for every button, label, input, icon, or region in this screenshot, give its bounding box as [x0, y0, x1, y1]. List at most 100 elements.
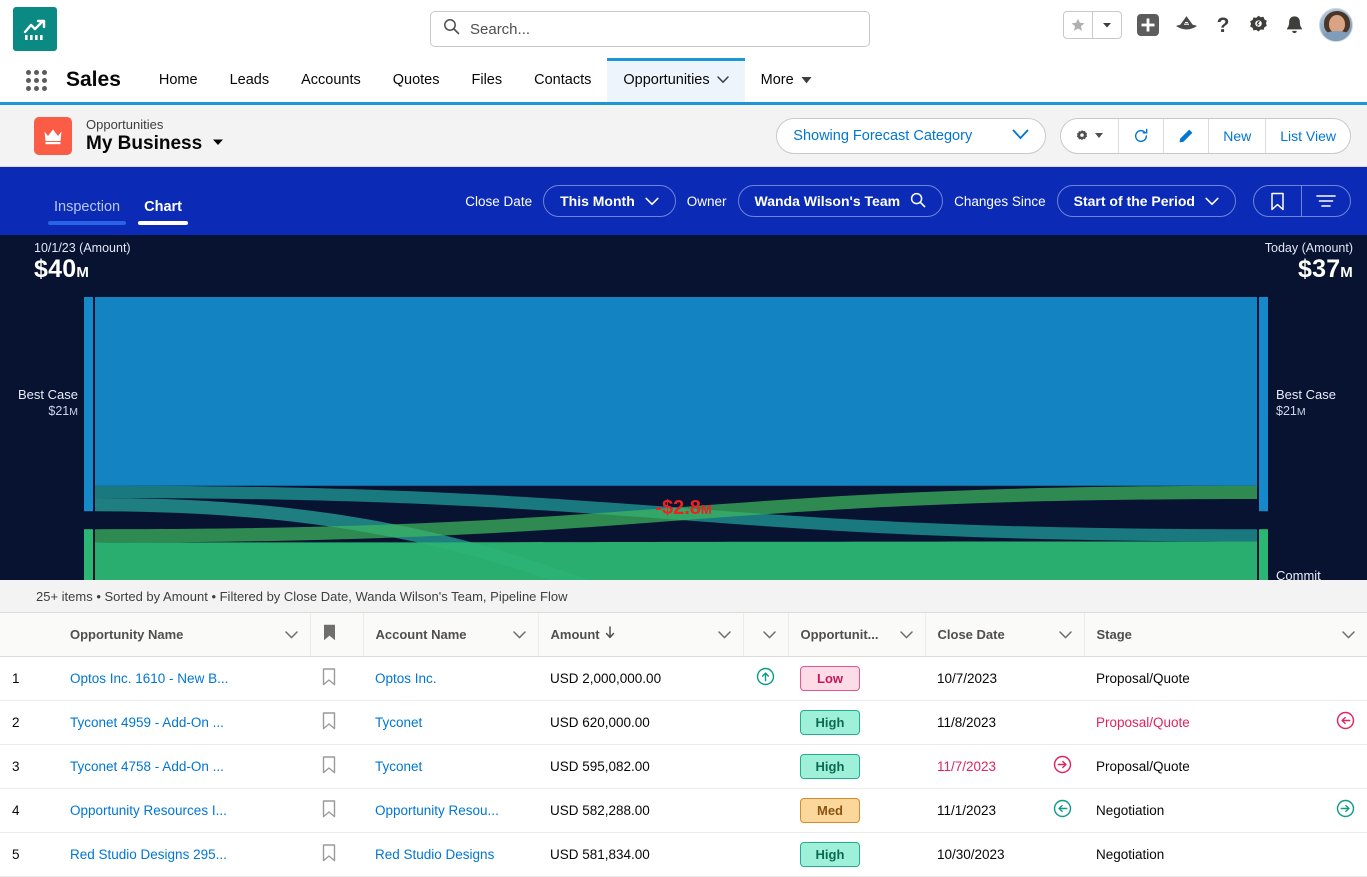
chevron-down-icon[interactable] — [716, 72, 729, 88]
tab-chart[interactable]: Chart — [132, 199, 194, 225]
edit-button[interactable] — [1164, 118, 1210, 153]
chevron-down-icon[interactable] — [717, 627, 731, 642]
account-name-link[interactable]: Opportunity Resou... — [375, 803, 499, 818]
col-opportunity-score[interactable]: Opportunit... — [788, 613, 926, 657]
opportunity-name-link[interactable]: Optos Inc. 1610 - New B... — [70, 671, 228, 686]
tab-inspection[interactable]: Inspection — [42, 199, 132, 225]
cell-bookmark[interactable] — [310, 744, 363, 789]
table-row[interactable]: 2 Tyconet 4959 - Add-On ... Tyconet USD … — [0, 700, 1367, 745]
opportunity-name-link[interactable]: Tyconet 4758 - Add-On ... — [70, 759, 224, 774]
chart-trend-logo-icon[interactable] — [13, 7, 57, 51]
nav-item-more[interactable]: More — [745, 58, 828, 102]
bookmark-icon[interactable] — [322, 711, 336, 733]
cell-account-name[interactable]: Optos Inc. — [363, 656, 538, 701]
cell-bookmark[interactable] — [310, 656, 363, 701]
cell-opportunity-name[interactable]: Opportunity Resources I... — [58, 788, 310, 833]
cell-bookmark[interactable] — [310, 700, 363, 745]
object-label: Opportunities — [86, 116, 164, 132]
table-row[interactable]: 4 Opportunity Resources I... Opportunity… — [0, 788, 1367, 833]
cell-account-name[interactable]: Tyconet — [363, 700, 538, 745]
gear-icon[interactable] — [1247, 14, 1270, 37]
plus-square-icon[interactable] — [1136, 13, 1160, 37]
opportunity-name-link[interactable]: Tyconet 4959 - Add-On ... — [70, 715, 224, 730]
cell-account-name[interactable]: Tyconet — [363, 744, 538, 789]
nav-item-files[interactable]: Files — [456, 58, 519, 102]
col-amount[interactable]: Amount — [538, 613, 744, 657]
chevron-down-icon[interactable] — [899, 627, 913, 642]
caret-down-icon[interactable] — [211, 133, 225, 155]
col-amount-change[interactable] — [743, 613, 789, 657]
changes-since-filter[interactable]: Start of the Period — [1056, 185, 1236, 217]
col-stage[interactable]: Stage — [1084, 613, 1367, 657]
list-settings-button[interactable] — [1061, 118, 1120, 153]
favorites-group[interactable] — [1063, 11, 1122, 39]
cell-opportunity-name[interactable]: Optos Inc. 1610 - New B... — [58, 656, 310, 701]
chevron-down-icon[interactable] — [1342, 627, 1355, 642]
arrow-left-circle-teal[interactable] — [1053, 799, 1072, 821]
cell-opportunity-name[interactable]: Red Studio Designs 295... — [58, 832, 310, 877]
avatar[interactable] — [1319, 8, 1353, 42]
table-row[interactable]: 5 Red Studio Designs 295... Red Studio D… — [0, 832, 1367, 877]
bookmark-icon[interactable] — [322, 755, 336, 777]
arrow-right-circle-red[interactable] — [1053, 755, 1072, 777]
nav-item-contacts[interactable]: Contacts — [518, 58, 607, 102]
bookmark-icon[interactable] — [322, 843, 336, 865]
account-name-link[interactable]: Red Studio Designs — [375, 847, 494, 862]
triangle-down-icon[interactable] — [801, 72, 812, 88]
row-number: 4 — [0, 788, 58, 833]
arrow-left-circle-red[interactable] — [1336, 711, 1355, 733]
col-close-date[interactable]: Close Date — [925, 613, 1085, 657]
nav-item-accounts[interactable]: Accounts — [285, 58, 377, 102]
col-bookmark[interactable] — [310, 613, 364, 657]
col-opportunity-name[interactable]: Opportunity Name — [58, 613, 311, 657]
cell-opportunity-name[interactable]: Tyconet 4959 - Add-On ... — [58, 700, 310, 745]
bookmark-icon[interactable] — [322, 799, 336, 821]
owner-filter[interactable]: Wanda Wilson's Team — [737, 185, 944, 217]
cell-account-name[interactable]: Red Studio Designs — [363, 832, 538, 877]
nav-item-leads[interactable]: Leads — [214, 58, 286, 102]
account-name-link[interactable]: Optos Inc. — [375, 671, 437, 686]
mountain-icon[interactable] — [1174, 13, 1199, 37]
chevron-down-icon[interactable] — [1058, 627, 1072, 642]
chevron-down-icon[interactable] — [284, 627, 298, 642]
cell-bookmark[interactable] — [310, 832, 363, 877]
filter-lines-icon[interactable] — [1302, 186, 1350, 216]
chevron-down-icon[interactable] — [512, 627, 526, 642]
cell-amount: USD 620,000.00 — [538, 700, 743, 745]
question-mark-icon[interactable]: ? — [1213, 13, 1233, 37]
bell-icon[interactable] — [1284, 14, 1305, 37]
forecast-category-select[interactable]: Showing Forecast Category — [776, 117, 1047, 154]
opportunity-name-link[interactable]: Red Studio Designs 295... — [70, 847, 227, 862]
close-date-filter[interactable]: This Month — [543, 185, 676, 217]
cell-opportunity-score: Med — [788, 788, 925, 833]
page-title[interactable]: My Business — [86, 133, 225, 155]
cell-opportunity-name[interactable]: Tyconet 4758 - Add-On ... — [58, 744, 310, 789]
global-search[interactable] — [430, 11, 870, 47]
new-button[interactable]: New — [1209, 118, 1267, 153]
chevron-down-icon[interactable] — [762, 627, 776, 642]
waffle-grid-icon[interactable] — [14, 58, 58, 102]
star-icon[interactable] — [1064, 12, 1092, 38]
search-input[interactable] — [470, 20, 857, 38]
cell-bookmark[interactable] — [310, 788, 363, 833]
nav-item-opportunities[interactable]: Opportunities — [607, 58, 745, 102]
arrow-right-circle-teal[interactable] — [1336, 799, 1355, 821]
nav-item-home[interactable]: Home — [143, 58, 214, 102]
opportunity-name-link[interactable]: Opportunity Resources I... — [70, 803, 227, 818]
account-name-link[interactable]: Tyconet — [375, 759, 422, 774]
account-name-link[interactable]: Tyconet — [375, 715, 422, 730]
bookmark-icon[interactable] — [322, 667, 336, 689]
col-account-name[interactable]: Account Name — [363, 613, 539, 657]
sort-desc-arrow-icon[interactable] — [605, 626, 615, 642]
pipeline-flow-sankey-chart[interactable]: 10/1/23 (Amount) $40M Today (Amount) $37… — [0, 235, 1367, 580]
table-row[interactable]: 1 Optos Inc. 1610 - New B... Optos Inc. … — [0, 656, 1367, 701]
bookmark-icon[interactable] — [1254, 186, 1302, 216]
nav-item-quotes[interactable]: Quotes — [377, 58, 456, 102]
row-number: 2 — [0, 700, 58, 745]
table-row[interactable]: 3 Tyconet 4758 - Add-On ... Tyconet USD … — [0, 744, 1367, 789]
cell-account-name[interactable]: Opportunity Resou... — [363, 788, 538, 833]
chevron-down-icon[interactable] — [1093, 12, 1121, 38]
arrow-up-circle-teal[interactable] — [756, 667, 775, 689]
list-view-button[interactable]: List View — [1266, 119, 1350, 153]
refresh-button[interactable] — [1119, 118, 1165, 153]
